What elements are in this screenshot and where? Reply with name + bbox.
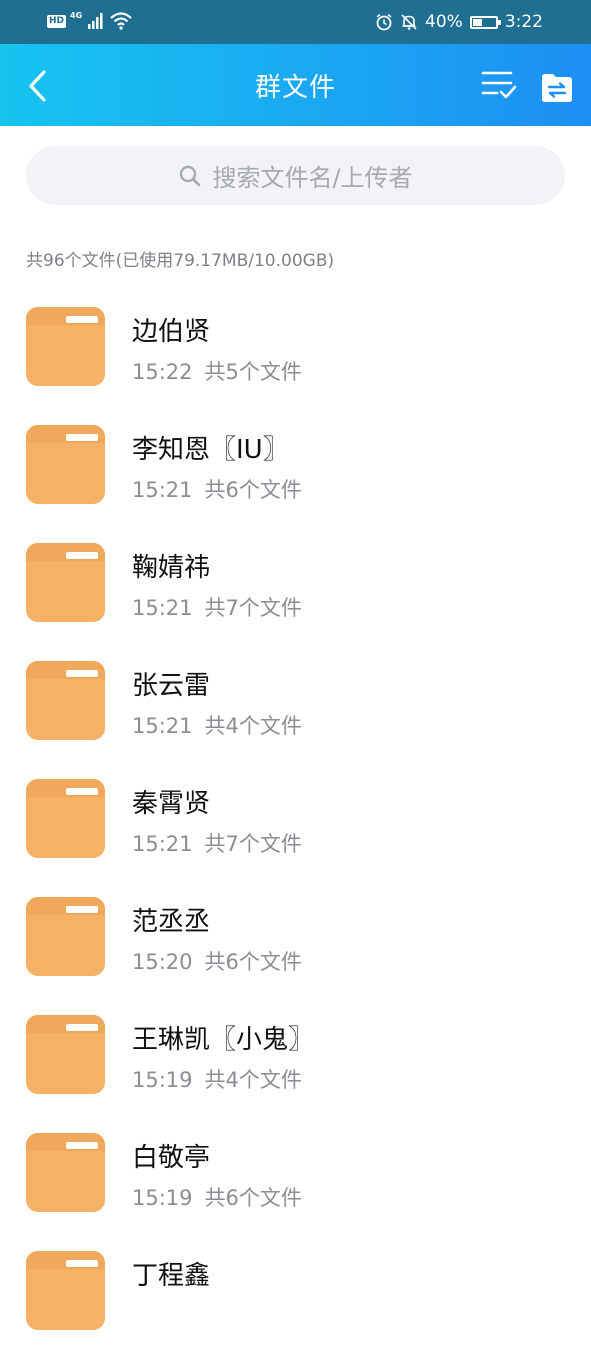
status-right: 40% 3:22 [375,0,543,44]
folder-name: 张云雷 [132,671,211,701]
folder-name: 丁程鑫 [132,1261,211,1291]
folder-icon [26,1015,105,1094]
folder-icon [26,779,105,858]
folder-meta: 15:20 共6个文件 [132,946,302,976]
folder-list: 边伯贤 15:22 共5个文件 李知恩〖IU〗 15:21 共6个文件 鞠婧祎 15… [0,287,591,1349]
network-type: 4G [70,10,83,20]
folder-meta: 15:19 共4个文件 [132,1064,302,1094]
transfer-icon[interactable] [540,71,574,105]
folder-name: 边伯贤 [132,317,211,347]
status-bar: HD 4G 40% 3:22 [0,0,591,44]
folder-row[interactable]: 李知恩〖IU〗 15:21 共6个文件 [0,405,591,523]
folder-count: 共7个文件 [204,596,302,620]
folder-time: 15:20 [132,950,193,974]
alarm-icon [376,13,392,31]
folder-name: 范丞丞 [132,907,211,937]
search-input[interactable]: 搜索文件名/上传者 [26,146,565,205]
folder-time: 15:19 [132,1186,193,1210]
folder-time: 15:19 [132,1068,193,1092]
folder-count: 共4个文件 [204,714,302,738]
folder-count: 共5个文件 [204,360,302,384]
folder-time: 15:21 [132,832,193,856]
folder-row[interactable]: 丁程鑫 [0,1231,591,1349]
folder-icon [26,307,105,386]
folder-icon [26,897,105,976]
status-left: HD 4G [47,10,132,30]
folder-icon [26,1133,105,1212]
folder-count: 共6个文件 [204,1186,302,1210]
multi-select-icon[interactable] [479,66,519,106]
folder-meta: 15:21 共4个文件 [132,710,302,740]
folder-name: 鞠婧祎 [132,553,211,583]
folder-count: 共7个文件 [204,832,302,856]
folder-row[interactable]: 张云雷 15:21 共4个文件 [0,641,591,759]
folder-name: 李知恩〖IU〗 [132,435,289,465]
folder-count: 共6个文件 [204,950,302,974]
folder-time: 15:21 [132,596,193,620]
mute-bell-icon [401,14,417,30]
folder-row[interactable]: 鞠婧祎 15:21 共7个文件 [0,523,591,641]
folder-row[interactable]: 范丞丞 15:20 共6个文件 [0,877,591,995]
folder-count: 共6个文件 [204,478,302,502]
battery-level [472,18,482,26]
folder-row[interactable]: 秦霄贤 15:21 共7个文件 [0,759,591,877]
folder-meta [132,1300,144,1324]
folder-icon [26,1251,105,1330]
battery-icon [469,15,501,29]
wifi-icon [110,12,132,30]
folder-icon [26,425,105,504]
folder-row[interactable]: 王琳凯〖小鬼〗 15:19 共4个文件 [0,995,591,1113]
folder-meta: 15:21 共7个文件 [132,828,302,858]
search-icon [180,165,201,186]
battery-percent: 40% [425,12,463,32]
folder-icon [26,543,105,622]
folder-meta: 15:21 共6个文件 [132,474,302,504]
app-bar: 群文件 [0,44,591,126]
folder-name: 白敬亭 [132,1143,211,1173]
folder-time: 15:21 [132,478,193,502]
folder-icon [26,661,105,740]
folder-row[interactable]: 边伯贤 15:22 共5个文件 [0,287,591,405]
folder-meta: 15:22 共5个文件 [132,356,302,386]
folder-time: 15:21 [132,714,193,738]
clock: 3:22 [504,12,543,32]
folder-count: 共4个文件 [204,1068,302,1092]
folder-name: 秦霄贤 [132,789,211,819]
file-summary: 共96个文件(已使用79.17MB/10.00GB) [26,251,335,271]
folder-meta: 15:19 共6个文件 [132,1182,302,1212]
hd-badge: HD [47,14,67,28]
folder-name: 王琳凯〖小鬼〗 [132,1025,315,1055]
signal-icon [88,13,103,29]
folder-meta: 15:21 共7个文件 [132,592,302,622]
folder-time: 15:22 [132,360,193,384]
search-placeholder: 搜索文件名/上传者 [212,164,413,192]
folder-row[interactable]: 白敬亭 15:19 共6个文件 [0,1113,591,1231]
